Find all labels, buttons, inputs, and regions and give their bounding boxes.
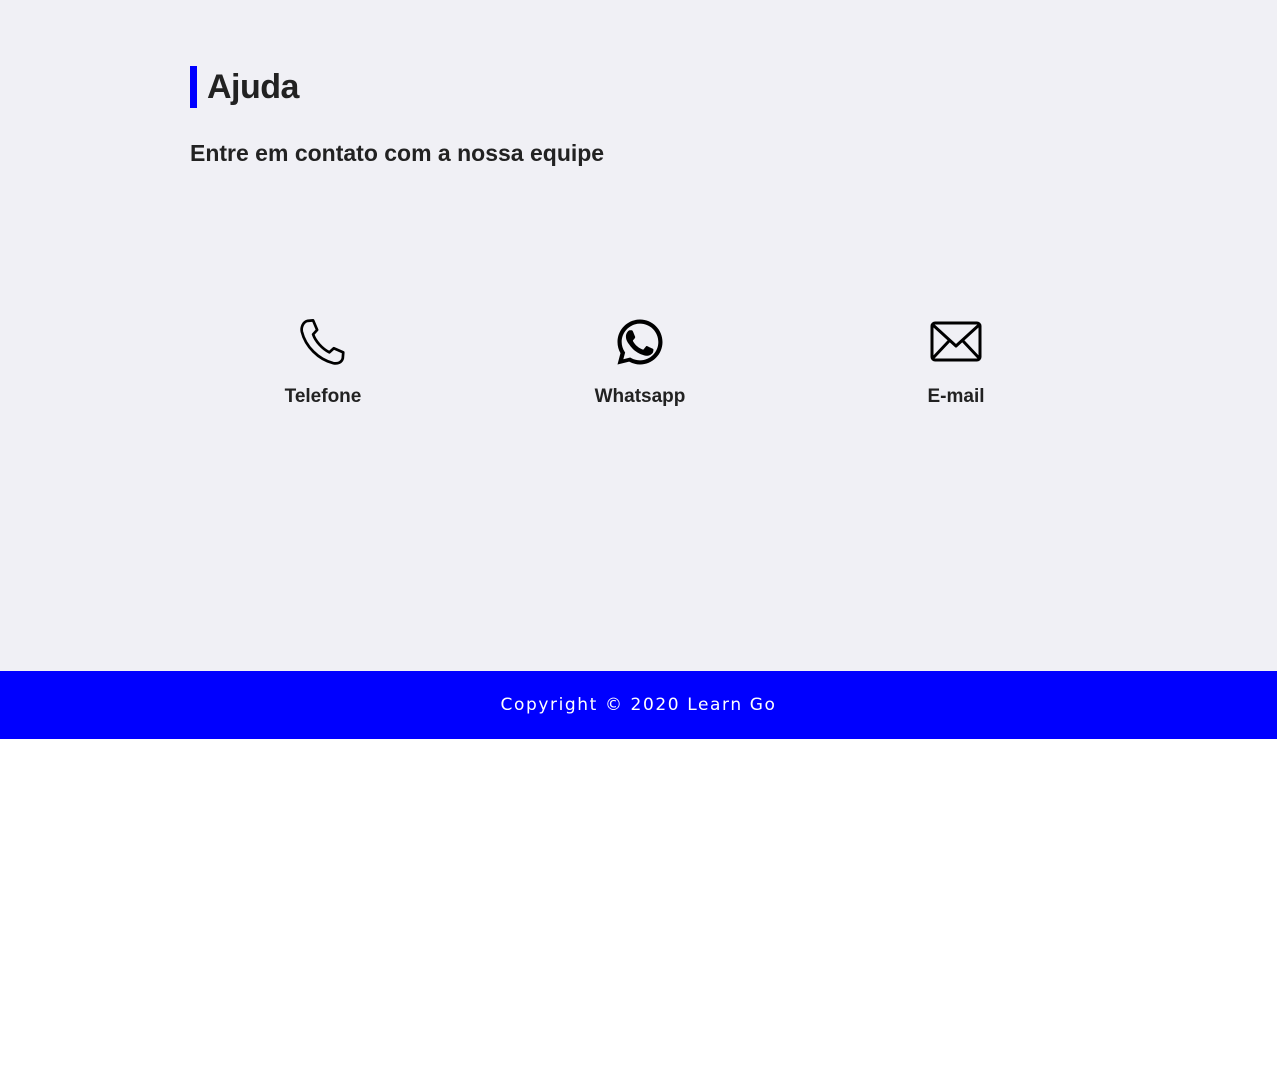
page-header: Ajuda xyxy=(190,66,299,108)
copyright-text: Copyright © 2020 Learn Go xyxy=(500,695,777,715)
footer: Copyright © 2020 Learn Go xyxy=(0,671,1277,739)
page-subtitle: Entre em contato com a nossa equipe xyxy=(190,140,605,166)
help-section: Ajuda Entre em contato com a nossa equip… xyxy=(0,0,1277,671)
phone-icon xyxy=(295,314,351,370)
page-title: Ajuda xyxy=(207,68,299,106)
contact-whatsapp[interactable]: Whatsapp xyxy=(530,314,750,414)
contact-email[interactable]: E-mail xyxy=(846,314,1066,414)
title-accent-bar xyxy=(190,66,197,108)
contact-label: E-mail xyxy=(927,386,985,407)
contact-telefone[interactable]: Telefone xyxy=(213,314,433,414)
mail-icon xyxy=(928,314,984,370)
contact-label: Whatsapp xyxy=(594,386,686,407)
contact-label: Telefone xyxy=(284,386,362,407)
whatsapp-icon xyxy=(612,314,668,370)
